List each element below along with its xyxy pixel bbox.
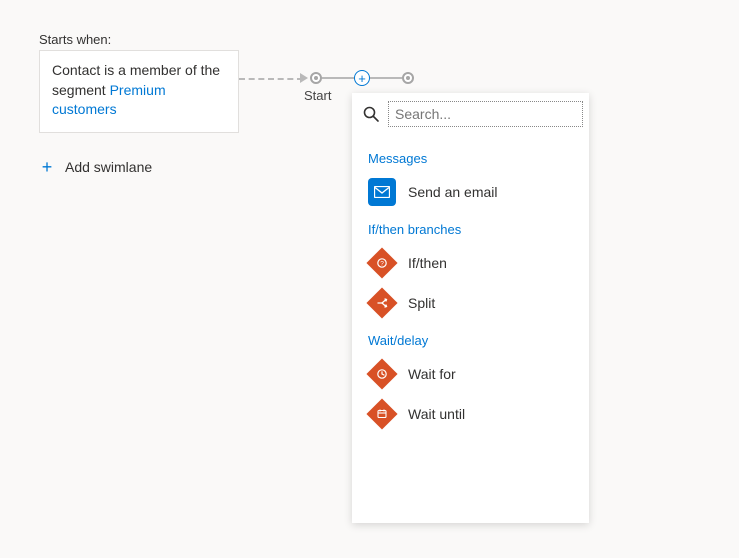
end-node[interactable]	[402, 72, 414, 84]
start-node[interactable]	[310, 72, 322, 84]
add-step-node[interactable]: +	[354, 70, 370, 86]
start-node-label: Start	[304, 88, 331, 103]
split-icon	[368, 289, 396, 317]
action-label: If/then	[408, 255, 447, 271]
add-swimlane-button[interactable]: + Add swimlane	[39, 158, 152, 176]
calendar-icon	[368, 400, 396, 428]
clock-icon	[368, 360, 396, 388]
svg-text:?: ?	[380, 260, 384, 267]
action-label: Wait for	[408, 366, 456, 382]
group-header-branches: If/then branches	[352, 212, 589, 243]
flow-connector	[322, 77, 354, 79]
add-swimlane-label: Add swimlane	[65, 159, 152, 175]
action-split[interactable]: Split	[352, 283, 589, 323]
search-input[interactable]	[388, 101, 583, 127]
search-row	[352, 93, 589, 135]
action-label: Wait until	[408, 406, 465, 422]
group-header-messages: Messages	[352, 141, 589, 172]
question-icon: ?	[368, 249, 396, 277]
starts-when-label: Starts when:	[39, 32, 111, 47]
flow-arrowhead-icon	[300, 73, 308, 83]
action-list: Messages Send an email If/then branches …	[352, 135, 589, 523]
action-label: Split	[408, 295, 435, 311]
action-send-email[interactable]: Send an email	[352, 172, 589, 212]
action-if-then[interactable]: ? If/then	[352, 243, 589, 283]
flow-connector-dashed	[239, 78, 303, 80]
action-wait-for[interactable]: Wait for	[352, 354, 589, 394]
search-icon	[362, 104, 380, 124]
flow-connector	[370, 77, 402, 79]
plus-icon: +	[39, 158, 55, 176]
group-header-wait: Wait/delay	[352, 323, 589, 354]
action-picker-panel: Messages Send an email If/then branches …	[352, 93, 589, 523]
trigger-card[interactable]: Contact is a member of the segment Premi…	[39, 50, 239, 133]
action-label: Send an email	[408, 184, 498, 200]
plus-icon: +	[358, 72, 366, 85]
email-icon	[368, 178, 396, 206]
action-wait-until[interactable]: Wait until	[352, 394, 589, 434]
